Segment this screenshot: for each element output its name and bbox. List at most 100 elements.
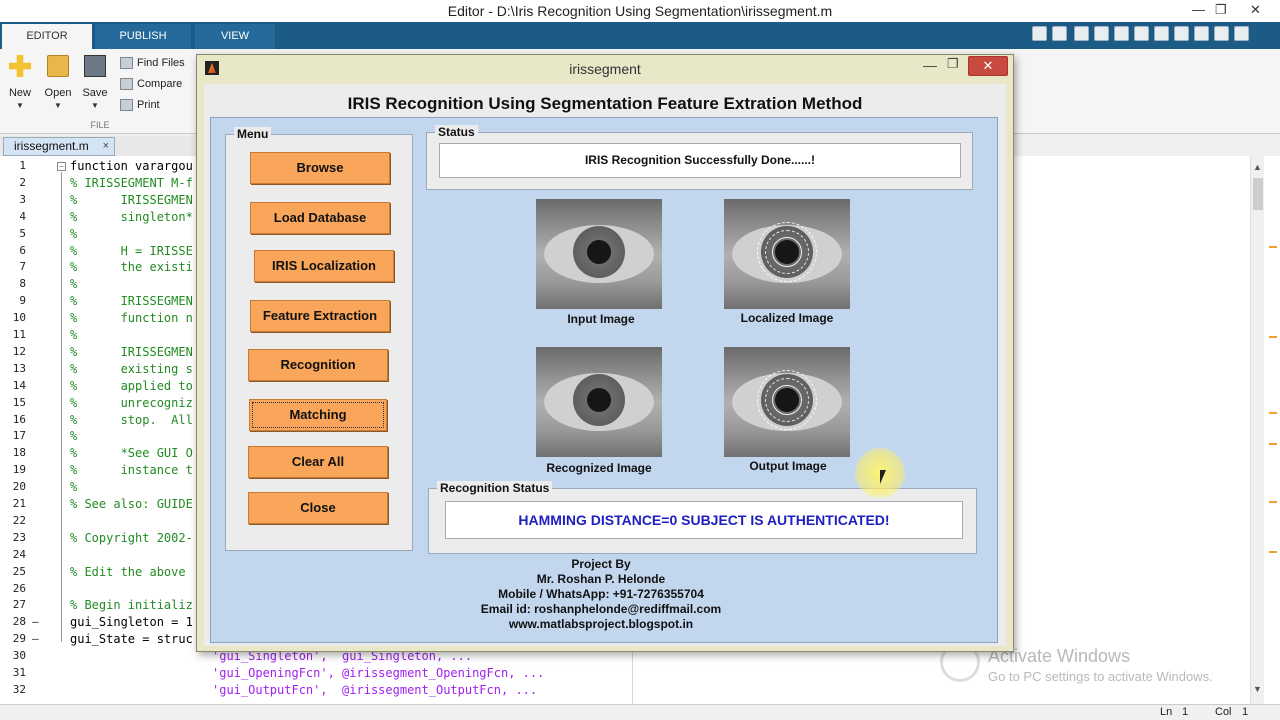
code-line[interactable]: gui_State = struc: [70, 632, 193, 646]
activate-windows-watermark: Activate Windows Go to PC settings to ac…: [988, 646, 1213, 684]
code-line[interactable]: % Copyright 2002-: [70, 531, 193, 545]
code-line[interactable]: % singleton*: [70, 210, 193, 224]
save-icon[interactable]: [1052, 26, 1067, 41]
code-line[interactable]: %: [70, 227, 77, 241]
tab-publish[interactable]: PUBLISH: [95, 24, 191, 49]
warning-marker[interactable]: [1269, 551, 1277, 553]
cut-icon[interactable]: [1074, 26, 1089, 41]
switch-windows-icon[interactable]: [1174, 26, 1189, 41]
code-line[interactable]: %: [70, 328, 77, 342]
code-line[interactable]: % IRISSEGMEN: [70, 294, 193, 308]
close-button[interactable]: ✕: [1250, 2, 1261, 18]
code-line[interactable]: % *See GUI O: [70, 446, 193, 460]
scrollbar-thumb[interactable]: [1253, 178, 1263, 210]
print-button[interactable]: Print: [120, 97, 160, 113]
code-line[interactable]: % stop. All: [70, 413, 193, 427]
recognition-status-panel: Recognition Status HAMMING DISTANCE=0 SU…: [428, 481, 977, 554]
gui-close-button[interactable]: ✕: [968, 56, 1008, 76]
line-number: 24: [12, 547, 26, 561]
code-line[interactable]: % unrecogniz: [70, 396, 193, 410]
redo-icon[interactable]: [1154, 26, 1169, 41]
expand-icon[interactable]: [1234, 26, 1249, 41]
warning-marker[interactable]: [1269, 443, 1277, 445]
open-button[interactable]: Open ▼: [40, 55, 76, 110]
close-gui-button[interactable]: Close: [248, 492, 388, 524]
clear-all-button[interactable]: Clear All: [248, 446, 388, 478]
fold-toggle-icon[interactable]: −: [57, 162, 66, 171]
warning-marker[interactable]: [1269, 412, 1277, 414]
line-number: 22: [12, 513, 26, 527]
recognized-image: [536, 347, 662, 457]
warning-marker[interactable]: [1269, 336, 1277, 338]
gui-maximize-button[interactable]: ❐: [947, 56, 959, 72]
load-database-button[interactable]: Load Database: [250, 202, 390, 234]
code-line[interactable]: % H = IRISSE: [70, 244, 193, 258]
code-line[interactable]: %: [70, 277, 77, 291]
close-icon[interactable]: ×: [103, 138, 109, 155]
code-line[interactable]: %: [70, 429, 77, 443]
gui-minimize-button[interactable]: —: [923, 57, 937, 73]
line-number: 21: [12, 497, 26, 510]
find-files-button[interactable]: Find Files: [120, 55, 185, 71]
vertical-scrollbar[interactable]: ▲ ▼: [1250, 156, 1264, 704]
open-label: Open: [44, 87, 72, 99]
line-number: 18: [12, 446, 26, 460]
code-line[interactable]: % existing s: [70, 362, 193, 376]
code-line[interactable]: % IRISSEGMEN: [70, 193, 193, 207]
paste-icon[interactable]: [1114, 26, 1129, 41]
scroll-up-arrow-icon[interactable]: ▲: [1253, 162, 1262, 172]
input-image: [536, 199, 662, 309]
folder-icon: [47, 55, 69, 77]
save-button[interactable]: Save ▼: [77, 55, 113, 110]
new-button[interactable]: New ▼: [2, 55, 38, 110]
warning-marker[interactable]: [1269, 501, 1277, 503]
status-bar: Ln 1 Col 1: [0, 704, 1280, 720]
settings-icon[interactable]: [1214, 26, 1229, 41]
line-number: 29: [12, 632, 26, 646]
line-number: 2: [19, 175, 26, 189]
undo-icon[interactable]: [1134, 26, 1149, 41]
irissegment-window: irissegment — ❐ ✕ IRIS Recognition Using…: [196, 54, 1014, 652]
code-line[interactable]: %: [70, 480, 77, 494]
code-line[interactable]: 'gui_OutputFcn', @irissegment_OutputFcn,…: [212, 683, 537, 697]
help-icon[interactable]: [1194, 26, 1209, 41]
line-number: 5: [19, 226, 26, 240]
feature-extraction-button[interactable]: Feature Extraction: [250, 300, 390, 332]
maximize-button[interactable]: ❐: [1215, 2, 1227, 18]
tab-editor[interactable]: EDITOR: [2, 24, 92, 49]
code-line[interactable]: function varargou: [70, 159, 193, 173]
code-line[interactable]: % instance t: [70, 463, 193, 477]
recognition-button[interactable]: Recognition: [248, 349, 388, 381]
code-line[interactable]: gui_Singleton = 1: [70, 615, 193, 629]
code-line[interactable]: % the existi: [70, 260, 193, 274]
code-line[interactable]: % IRISSEGMENT M-f: [70, 176, 193, 190]
gui-client-area: IRIS Recognition Using Segmentation Feat…: [204, 84, 1006, 646]
breakpoint-dash-icon[interactable]: —: [32, 632, 39, 645]
code-line[interactable]: % function n: [70, 311, 193, 325]
line-number-gutter: 1 2 3 4 5 6 7 8 9 10 11 12 13 14 15 16 17 18 19 20 21 22 23 24 2…: [0, 156, 56, 704]
code-line[interactable]: 'gui_OpeningFcn', @irissegment_OpeningFc…: [212, 666, 544, 680]
code-line[interactable]: % applied to: [70, 379, 193, 393]
quick-access-toolbar: [1032, 26, 1272, 44]
code-line[interactable]: % Begin initializ: [70, 598, 193, 612]
compare-label: Compare: [137, 78, 183, 90]
layout-icon[interactable]: [1032, 26, 1047, 41]
copy-icon[interactable]: [1094, 26, 1109, 41]
floppy-icon: [84, 55, 106, 77]
minimize-button[interactable]: —: [1192, 2, 1205, 17]
credits-email: Email id: roshanphelonde@rediffmail.com: [480, 602, 722, 616]
compare-button[interactable]: Compare: [120, 76, 182, 92]
code-line[interactable]: % IRISSEGMEN: [70, 345, 193, 359]
iris-localization-button[interactable]: IRIS Localization: [254, 250, 394, 282]
code-line[interactable]: % Edit the above: [70, 565, 186, 579]
recognition-status-legend: Recognition Status: [437, 481, 553, 495]
gui-titlebar: irissegment — ❐ ✕: [197, 55, 1013, 83]
warning-marker[interactable]: [1269, 246, 1277, 248]
matching-button[interactable]: Matching: [249, 399, 387, 431]
file-tab-irissegment[interactable]: irissegment.m ×: [3, 137, 115, 156]
breakpoint-dash-icon[interactable]: —: [32, 615, 39, 628]
scroll-down-arrow-icon[interactable]: ▼: [1253, 684, 1262, 694]
tab-view[interactable]: VIEW: [195, 24, 275, 49]
browse-button[interactable]: Browse: [250, 152, 390, 184]
code-line[interactable]: % See also: GUIDE: [70, 497, 193, 511]
